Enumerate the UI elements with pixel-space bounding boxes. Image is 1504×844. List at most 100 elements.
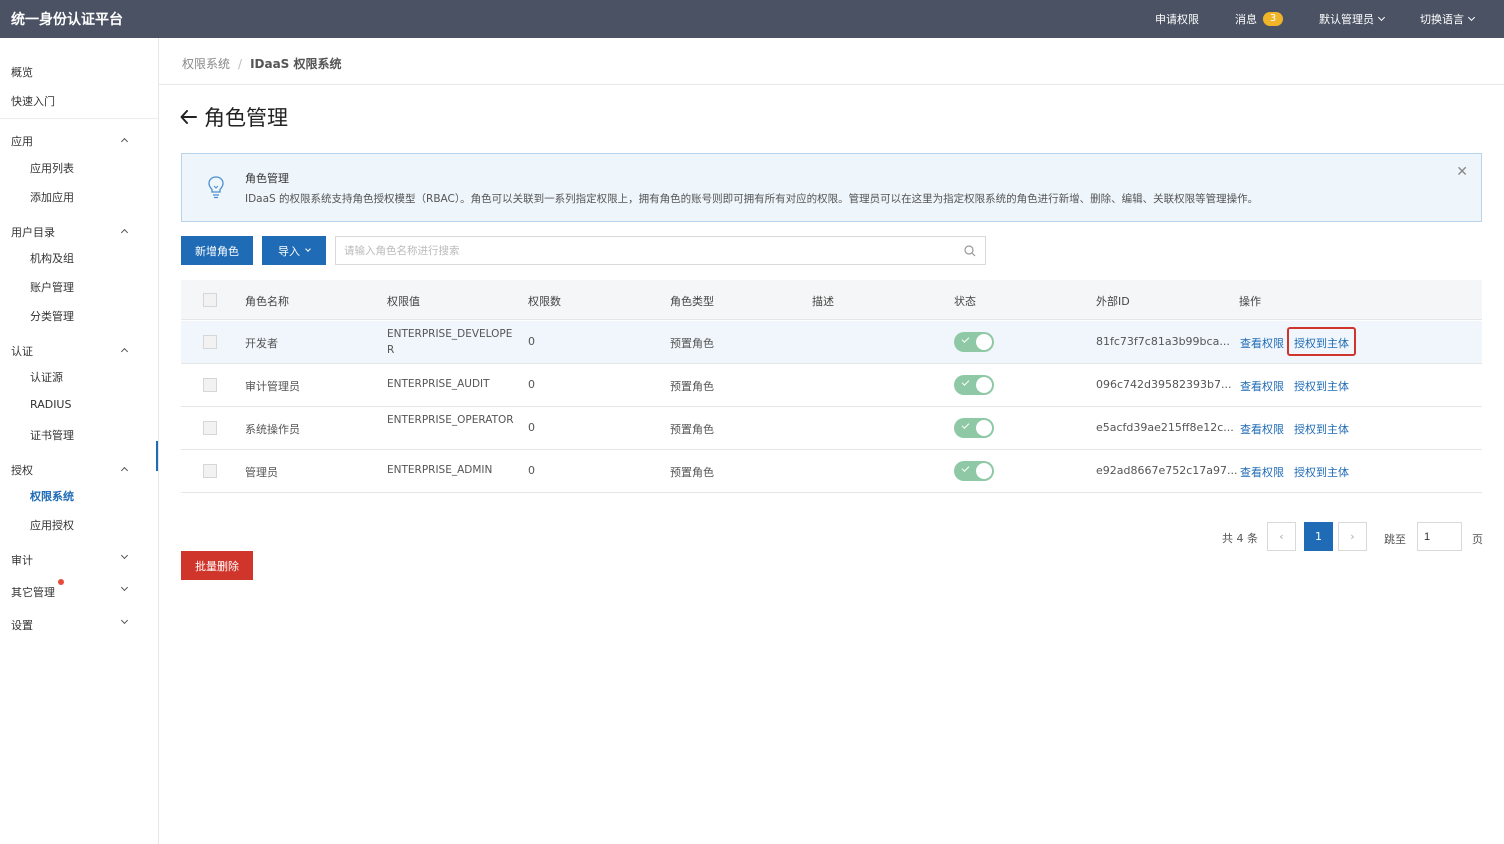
sidebar-item-accounts[interactable]: 账户管理 (30, 279, 74, 295)
sidebar-item-radius[interactable]: RADIUS (30, 398, 71, 411)
row-checkbox[interactable] (203, 335, 217, 349)
status-toggle[interactable] (954, 375, 994, 395)
chevron-up-icon[interactable] (120, 347, 129, 356)
toggle-knob (976, 334, 992, 350)
select-all-checkbox[interactable] (203, 293, 217, 307)
chevron-up-icon[interactable] (120, 137, 129, 146)
chevron-down-icon (1467, 13, 1476, 22)
info-notice: 角色管理 IDaaS 的权限系统支持角色授权模型（RBAC）。角色可以关联到一系… (181, 153, 1482, 222)
add-role-button[interactable]: 新增角色 (181, 236, 253, 265)
sidebar-item-add-app[interactable]: 添加应用 (30, 189, 74, 205)
role-type: 预置角色 (670, 423, 714, 436)
breadcrumb-current: IDaaS 权限系统 (250, 57, 342, 71)
table-row: 审计管理员 ENTERPRISE_AUDIT 0 预置角色 096c742d39… (181, 364, 1482, 407)
sidebar-item-org[interactable]: 机构及组 (30, 250, 74, 266)
toggle-knob (976, 463, 992, 479)
search-input[interactable] (336, 237, 956, 264)
sidebar-item-certs[interactable]: 证书管理 (30, 427, 74, 443)
sidebar-group-settings[interactable]: 设置 (11, 617, 33, 633)
header-divider (159, 84, 1504, 85)
sidebar-item-overview[interactable]: 概览 (11, 64, 33, 80)
row-checkbox[interactable] (203, 464, 217, 478)
notice-text: IDaaS 的权限系统支持角色授权模型（RBAC）。角色可以关联到一系列指定权限… (245, 193, 1259, 205)
perm-value: ENTERPRISE_AUDIT (387, 378, 490, 390)
search-icon[interactable] (964, 245, 976, 257)
check-icon (961, 421, 970, 429)
grant-to-subject-link[interactable]: 授权到主体 (1294, 464, 1349, 480)
table-row: 开发者 ENTERPRISE_DEVELOPER 0 预置角色 81fc73f7… (181, 321, 1482, 364)
chevron-up-icon[interactable] (120, 466, 129, 475)
messages-link[interactable]: 消息 3 (1235, 11, 1283, 27)
next-page-button[interactable]: › (1338, 522, 1367, 551)
header-perm-value: 权限值 (387, 295, 420, 308)
grant-to-subject-link[interactable]: 授权到主体 (1294, 335, 1349, 351)
page-1-button[interactable]: 1 (1304, 522, 1333, 551)
role-type: 预置角色 (670, 380, 714, 393)
notice-title: 角色管理 (245, 172, 289, 185)
sidebar-group-audit[interactable]: 审计 (11, 552, 33, 568)
perm-count: 0 (528, 421, 535, 434)
external-id: e92ad8667e752c17a97... (1096, 464, 1238, 477)
status-toggle[interactable] (954, 461, 994, 481)
language-menu[interactable]: 切换语言 (1420, 11, 1476, 27)
goto-label: 跳至 (1384, 533, 1406, 546)
table-row: 管理员 ENTERPRISE_ADMIN 0 预置角色 e92ad8667e75… (181, 450, 1482, 493)
back-arrow-icon[interactable] (180, 110, 197, 124)
status-toggle[interactable] (954, 418, 994, 438)
sidebar-item-quickstart[interactable]: 快速入门 (11, 93, 55, 109)
message-count-badge: 3 (1263, 12, 1283, 26)
top-bar: 统一身份认证平台 申请权限 消息 3 默认管理员 切换语言 (0, 0, 1504, 38)
chevron-down-icon[interactable] (120, 583, 129, 592)
status-toggle[interactable] (954, 332, 994, 352)
sidebar-group-auth[interactable]: 认证 (11, 343, 33, 359)
sidebar-group-other[interactable]: 其它管理 (11, 584, 55, 600)
goto-page-input[interactable] (1417, 522, 1462, 551)
batch-delete-button[interactable]: 批量删除 (181, 551, 253, 580)
view-permissions-link[interactable]: 查看权限 (1240, 464, 1284, 480)
prev-page-button[interactable]: ‹ (1267, 522, 1296, 551)
sidebar-group-apps[interactable]: 应用 (11, 133, 33, 149)
header-perm-count: 权限数 (528, 295, 561, 308)
active-indicator (156, 441, 158, 471)
import-button[interactable]: 导入 (262, 236, 326, 265)
toggle-knob (976, 377, 992, 393)
external-id: 81fc73f7c81a3b99bca... (1096, 335, 1230, 348)
sidebar-item-app-list[interactable]: 应用列表 (30, 160, 74, 176)
check-icon (961, 378, 970, 386)
sidebar-item-auth-source[interactable]: 认证源 (30, 369, 63, 385)
grant-to-subject-link[interactable]: 授权到主体 (1294, 421, 1349, 437)
breadcrumb-parent[interactable]: 权限系统 (182, 57, 230, 71)
user-menu[interactable]: 默认管理员 (1319, 11, 1386, 27)
apply-permission-link[interactable]: 申请权限 (1155, 11, 1199, 27)
perm-count: 0 (528, 335, 535, 348)
role-type: 预置角色 (670, 337, 714, 350)
breadcrumb-separator: / (238, 57, 243, 71)
notification-dot (58, 579, 64, 585)
messages-label: 消息 (1235, 13, 1257, 26)
sidebar-item-perm-system[interactable]: 权限系统 (30, 488, 74, 504)
chevron-down-icon[interactable] (120, 551, 129, 560)
perm-count: 0 (528, 464, 535, 477)
sidebar-item-categories[interactable]: 分类管理 (30, 308, 74, 324)
sidebar-group-authorization[interactable]: 授权 (11, 462, 33, 478)
chevron-up-icon[interactable] (120, 228, 129, 237)
breadcrumb: 权限系统 / IDaaS 权限系统 (182, 55, 342, 72)
header-external-id: 外部ID (1096, 295, 1130, 308)
sidebar-group-directory[interactable]: 用户目录 (11, 224, 55, 240)
view-permissions-link[interactable]: 查看权限 (1240, 335, 1284, 351)
close-icon[interactable]: ✕ (1456, 164, 1468, 180)
row-checkbox[interactable] (203, 421, 217, 435)
chevron-down-icon (305, 246, 311, 252)
role-name: 开发者 (245, 337, 278, 350)
sidebar-divider (0, 118, 158, 119)
lightbulb-icon (208, 176, 224, 199)
grant-to-subject-link[interactable]: 授权到主体 (1294, 378, 1349, 394)
view-permissions-link[interactable]: 查看权限 (1240, 421, 1284, 437)
top-nav: 申请权限 消息 3 默认管理员 切换语言 (1155, 0, 1504, 38)
perm-count: 0 (528, 378, 535, 391)
chevron-down-icon[interactable] (120, 616, 129, 625)
row-checkbox[interactable] (203, 378, 217, 392)
sidebar-item-app-auth[interactable]: 应用授权 (30, 517, 74, 533)
external-id: 096c742d39582393b7... (1096, 378, 1232, 391)
view-permissions-link[interactable]: 查看权限 (1240, 378, 1284, 394)
